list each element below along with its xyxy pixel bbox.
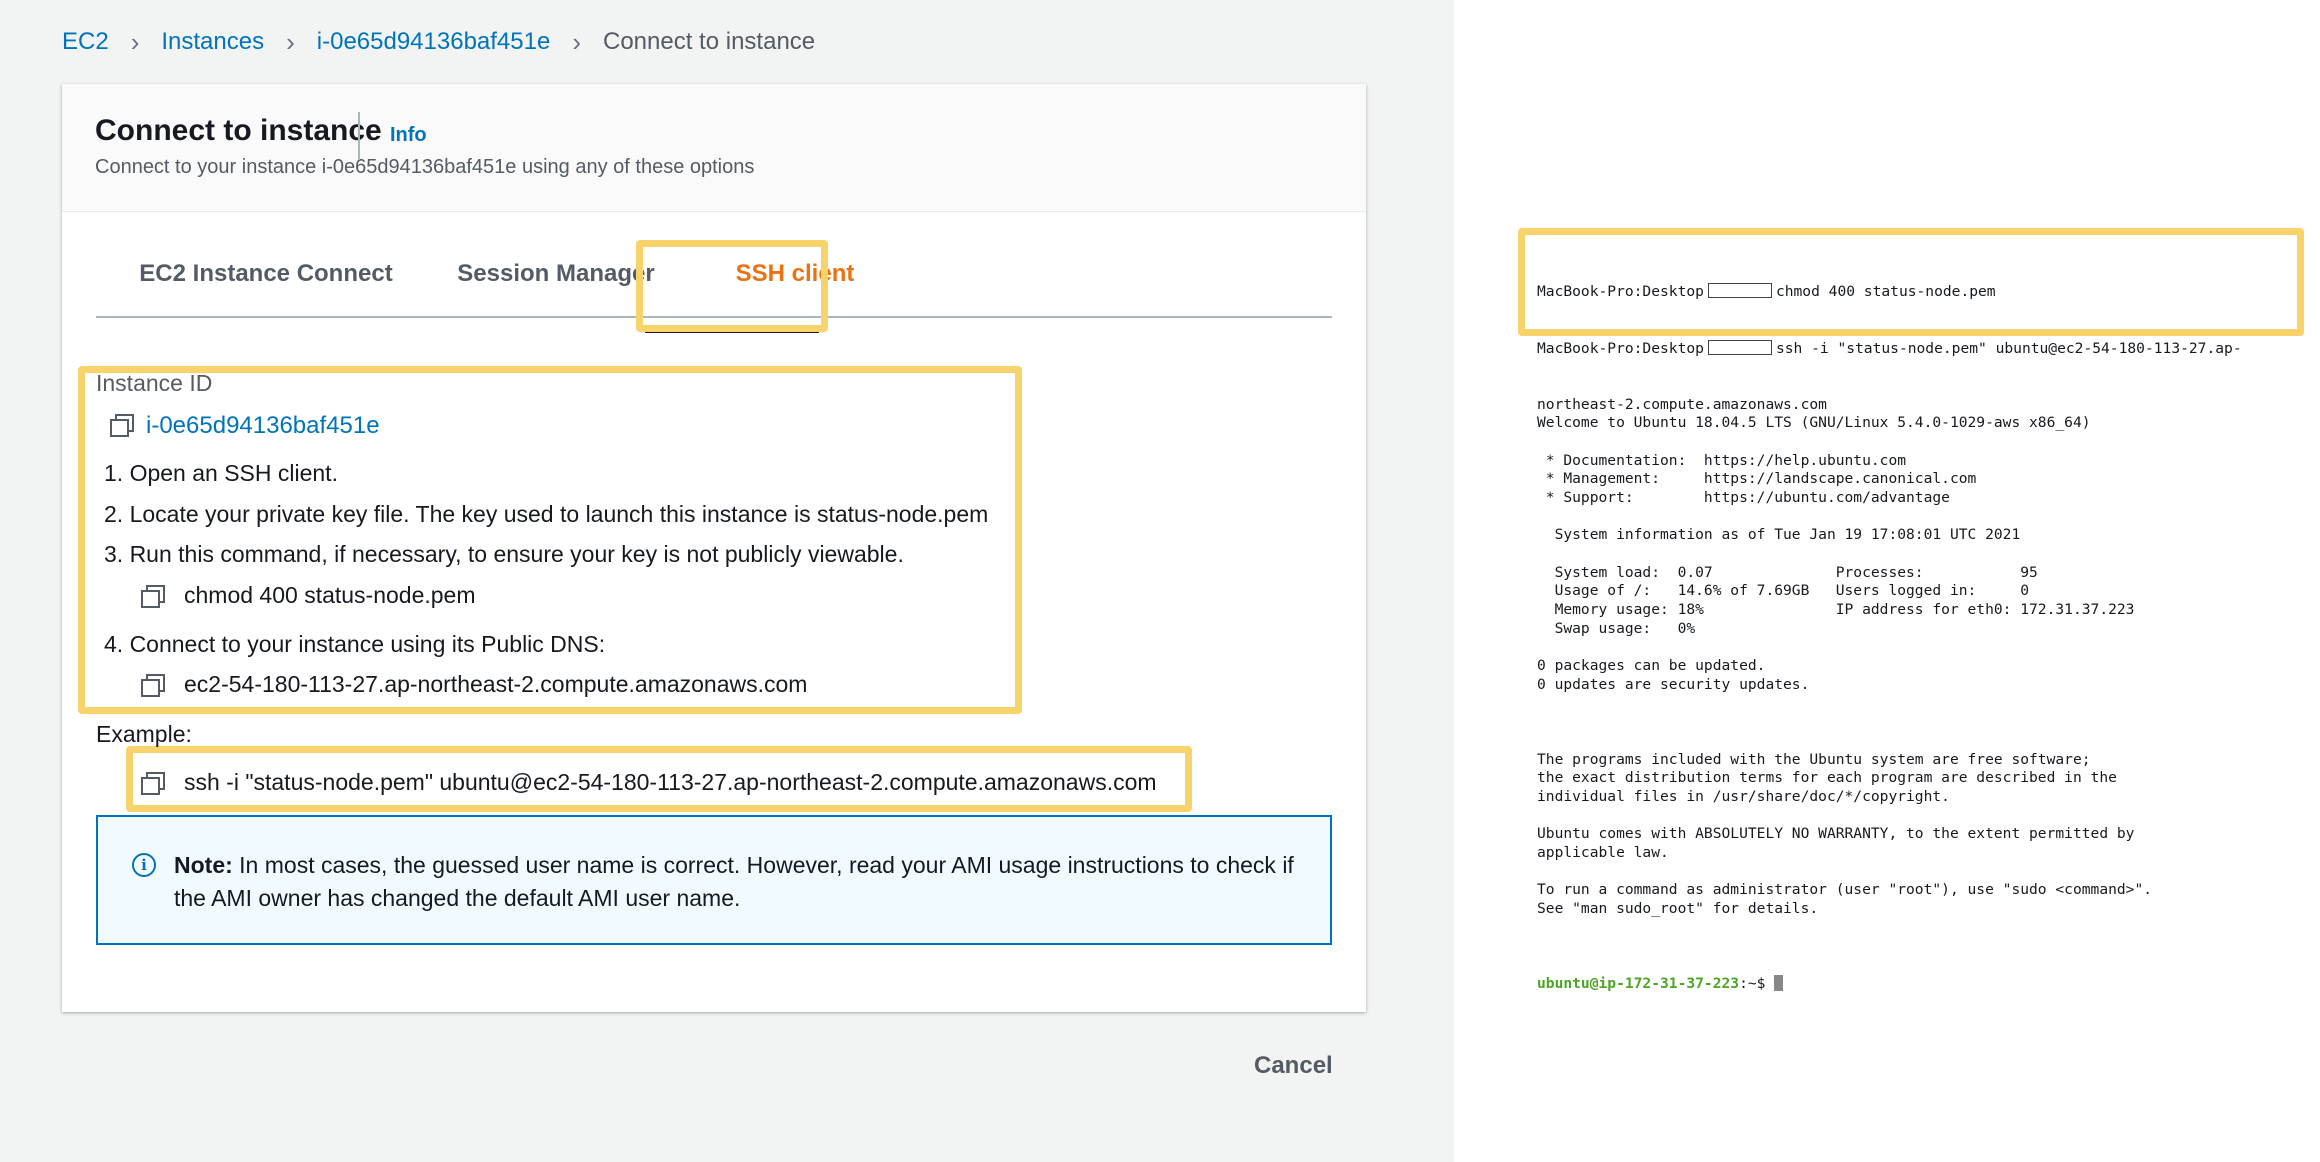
redacted-username [1707, 339, 1772, 355]
breadcrumb-instance-id[interactable]: i-0e65d94136baf451e [317, 26, 551, 58]
terminal-line: See "man sudo_root" for details. [1537, 900, 1819, 918]
terminal-prompt: MacBook-Pro:Desktop [1537, 283, 1704, 301]
chmod-command: chmod 400 status-node.pem [184, 582, 476, 608]
copy-icon[interactable] [110, 414, 134, 437]
info-circle-icon: i [132, 853, 156, 877]
terminal-line: MacBook-Pro:Desktop chmod 400 status-node… [1537, 283, 2297, 302]
redacted-username [1707, 283, 1772, 299]
breadcrumb: EC2 › Instances › i-0e65d94136baf451e › … [62, 26, 815, 58]
note-label: Note: [174, 852, 233, 878]
prompt-suffix: :~$ [1739, 974, 1775, 992]
breadcrumb-current: Connect to instance [603, 28, 816, 55]
instance-id-label: Instance ID [96, 370, 213, 396]
breadcrumb-instances[interactable]: Instances [161, 26, 264, 58]
cancel-button[interactable]: Cancel [1254, 1052, 1333, 1080]
panel-description: Connect to your instance i-0e65d94136baf… [95, 156, 755, 178]
breadcrumb-ec2[interactable]: EC2 [62, 26, 109, 58]
terminal-line: * Support: https://ubuntu.com/advantage [1537, 489, 1950, 507]
terminal-line: northeast-2.compute.amazonaws.com [1537, 395, 1827, 413]
note-body: In most cases, the guessed user name is … [174, 852, 1294, 911]
note-text: Note: In most cases, the guessed user na… [174, 849, 1294, 915]
terminal-line: Ubuntu comes with ABSOLUTELY NO WARRANTY… [1537, 825, 2135, 843]
terminal-line: Swap usage: 0% [1537, 619, 1696, 637]
tabs-bar: EC2 Instance Connect Session Manager SSH… [96, 232, 1332, 318]
tab-ssh-client[interactable]: SSH client [708, 232, 882, 316]
terminal-line: 0 updates are security updates. [1537, 675, 1810, 693]
terminal-line: MacBook-Pro:Desktop ssh -i "status-node.p… [1537, 339, 2297, 359]
terminal-line: individual files in /usr/share/doc/*/cop… [1537, 788, 1950, 806]
active-tab-indicator [645, 329, 819, 333]
copy-icon[interactable] [141, 674, 165, 697]
example-label: Example: [96, 721, 192, 747]
step-1: 1. Open an SSH client. [104, 460, 338, 486]
terminal-final-prompt: ubuntu@ip-172-31-37-223:~$ [1537, 974, 2297, 994]
panel-header: Connect to instance Info Connect to your… [62, 84, 1366, 212]
terminal-output[interactable]: MacBook-Pro:Desktop chmod 400 status-node… [1537, 246, 2297, 1012]
terminal-line: 0 packages can be updated. [1537, 657, 1766, 675]
public-dns: ec2-54-180-113-27.ap-northeast-2.compute… [184, 671, 808, 697]
copy-icon[interactable] [141, 772, 165, 795]
tab-session-manager[interactable]: Session Manager [426, 232, 686, 316]
terminal-line: * Management: https://landscape.canonica… [1537, 470, 1977, 488]
terminal-line: Memory usage: 18% IP address for eth0: 1… [1537, 601, 2135, 619]
step-3: 3. Run this command, if necessary, to en… [104, 541, 904, 567]
terminal-line: System information as of Tue Jan 19 17:0… [1537, 526, 2021, 544]
example-command: ssh -i "status-node.pem" ubuntu@ec2-54-1… [184, 769, 1157, 795]
terminal-line: Welcome to Ubuntu 18.04.5 LTS (GNU/Linux… [1537, 414, 2091, 432]
prompt-user: ubuntu@ip-172-31-37-223 [1537, 974, 1740, 992]
step-4: 4. Connect to your instance using its Pu… [104, 631, 606, 657]
step-2: 2. Locate your private key file. The key… [104, 501, 989, 527]
tab-ec2-instance-connect[interactable]: EC2 Instance Connect [118, 232, 414, 316]
terminal-command: ssh -i "status-node.pem" ubuntu@ec2-54-1… [1775, 339, 2242, 357]
copy-icon[interactable] [141, 585, 165, 608]
terminal-line: System load: 0.07 Processes: 95 [1537, 563, 2038, 581]
cursor-icon [1774, 974, 1784, 991]
chevron-right-icon: › [286, 27, 295, 57]
chevron-right-icon: › [130, 27, 140, 57]
terminal-command: chmod 400 status-node.pem [1775, 283, 1996, 301]
terminal-line: The programs included with the Ubuntu sy… [1537, 750, 2091, 768]
tab-divider [358, 112, 360, 160]
instance-id-link[interactable]: i-0e65d94136baf451e [146, 412, 380, 440]
chevron-right-icon: › [572, 27, 581, 57]
terminal-lines: northeast-2.compute.amazonaws.com Welcome… [1537, 396, 2297, 938]
terminal-line: * Documentation: https://help.ubuntu.com [1537, 451, 1907, 469]
terminal-line: To run a command as administrator (user … [1537, 881, 2153, 899]
terminal-prompt: MacBook-Pro:Desktop [1537, 339, 1704, 357]
terminal-line: Usage of /: 14.6% of 7.69GB Users logged… [1537, 582, 2030, 600]
page-title: Connect to instance [95, 114, 382, 147]
aws-console-pane: EC2 › Instances › i-0e65d94136baf451e › … [0, 0, 1454, 1162]
note-box: i Note: In most cases, the guessed user … [96, 815, 1332, 945]
terminal-line: applicable law. [1537, 844, 1669, 862]
terminal-line: the exact distribution terms for each pr… [1537, 769, 2117, 787]
info-link[interactable]: Info [390, 124, 427, 147]
